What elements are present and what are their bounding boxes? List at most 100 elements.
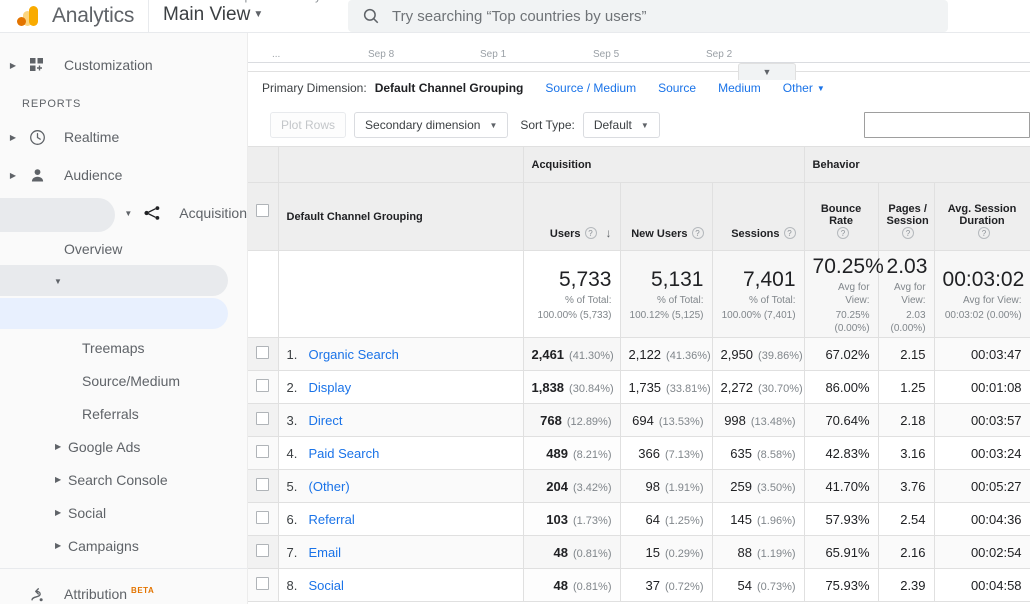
help-icon[interactable]: ? bbox=[837, 227, 850, 239]
primary-dimension-selected[interactable]: Default Channel Grouping bbox=[375, 81, 524, 95]
row-users-pct: (3.42%) bbox=[572, 481, 612, 494]
sidebar-item-google-ads[interactable]: ▶ Google Ads bbox=[0, 430, 247, 463]
row-sessions: 259 (3.50%) bbox=[711, 469, 805, 503]
sidebar-item-source-medium[interactable]: Source/Medium bbox=[0, 364, 247, 397]
row-checkbox-cell[interactable] bbox=[248, 568, 279, 602]
help-icon[interactable]: ? bbox=[783, 227, 796, 239]
table-row[interactable]: 8. Social 48 (0.81%) 37 (0.72%) 54 (0.73%) 7… bbox=[248, 568, 1030, 602]
row-avg-duration: 00:02:54 bbox=[933, 535, 1030, 569]
table-row[interactable]: 2. Display 1,838 (30.84%) 1,735 (33.81%) 2,… bbox=[248, 370, 1030, 404]
analytics-logo[interactable]: Analytics bbox=[0, 0, 148, 33]
row-avg-duration-value: 00:02:54 bbox=[970, 544, 1022, 560]
row-dimension: 8. Social bbox=[277, 568, 524, 602]
sidebar-item-campaigns[interactable]: ▶ Campaigns bbox=[0, 529, 247, 562]
table-row[interactable]: 7. Email 48 (0.81%) 15 (0.29%) 88 (1.19%) 65… bbox=[248, 535, 1030, 569]
row-channel-link[interactable]: Paid Search bbox=[309, 446, 380, 461]
row-avg-duration: 00:04:36 bbox=[933, 502, 1030, 536]
sidebar-item-attribution[interactable]: Attribution BETA bbox=[0, 575, 247, 604]
row-bounce-rate-value: 57.93% bbox=[825, 511, 870, 527]
row-new-users: 1,735 (33.81%) bbox=[619, 370, 713, 404]
summary-users-value: 5,733 bbox=[558, 267, 612, 291]
sort-desc-icon[interactable]: ↓ bbox=[606, 226, 612, 240]
sidebar-item-label-acquisition: Acquisition bbox=[179, 205, 247, 221]
row-channel-link[interactable]: Organic Search bbox=[309, 347, 399, 362]
row-checkbox-cell[interactable] bbox=[248, 535, 279, 569]
column-header-sessions[interactable]: Sessions? bbox=[711, 182, 805, 251]
sidebar-item-channels[interactable]: Channels bbox=[0, 298, 247, 331]
sidebar-item-label-attribution: Attribution BETA bbox=[50, 586, 154, 602]
row-index: 6. bbox=[286, 511, 298, 527]
sidebar-item-search-console[interactable]: ▶ Search Console bbox=[0, 463, 247, 496]
row-channel-link[interactable]: Referral bbox=[309, 512, 355, 527]
row-bounce-rate-value: 41.70% bbox=[825, 478, 870, 494]
row-channel-link[interactable]: (Other) bbox=[309, 479, 350, 494]
sidebar-item-customization[interactable]: ▶ Customization bbox=[0, 46, 247, 84]
row-checkbox-cell[interactable] bbox=[248, 370, 279, 404]
column-header-pages-session[interactable]: Pages / Session? bbox=[877, 182, 935, 251]
sort-type-button[interactable]: Default ▼ bbox=[582, 112, 660, 138]
summary-sessions: 7,401 % of Total: 100.00% (7,401) bbox=[711, 250, 805, 338]
row-checkbox-cell[interactable] bbox=[248, 403, 279, 437]
help-icon[interactable]: ? bbox=[584, 227, 597, 239]
column-header-users[interactable]: Users? ↓ bbox=[522, 182, 621, 251]
global-search[interactable] bbox=[348, 0, 948, 32]
sidebar-item-treemaps[interactable]: Treemaps bbox=[0, 331, 247, 364]
select-all-checkbox[interactable] bbox=[256, 203, 270, 217]
column-header-new-users[interactable]: New Users? bbox=[619, 182, 713, 251]
row-users: 2,461 (41.30%) bbox=[522, 337, 621, 371]
row-checkbox[interactable] bbox=[256, 478, 270, 491]
sidebar-item-all-traffic[interactable]: ▼ All Traffic bbox=[0, 265, 247, 298]
row-checkbox-cell[interactable] bbox=[248, 502, 279, 536]
plot-rows-button[interactable]: Plot Rows bbox=[270, 112, 347, 138]
row-checkbox-cell[interactable] bbox=[248, 337, 279, 371]
row-channel-link[interactable]: Email bbox=[309, 545, 342, 560]
row-checkbox[interactable] bbox=[256, 577, 270, 590]
row-pages-session: 2.16 bbox=[877, 535, 935, 569]
select-all-checkbox-cell[interactable] bbox=[248, 182, 279, 251]
row-channel-link[interactable]: Direct bbox=[309, 413, 343, 428]
row-channel-link[interactable]: Social bbox=[309, 578, 344, 593]
column-header-bounce-rate[interactable]: Bounce Rate? bbox=[803, 182, 879, 251]
row-checkbox[interactable] bbox=[256, 379, 270, 392]
chart-collapse-toggle[interactable]: ▼ bbox=[738, 63, 796, 80]
row-checkbox[interactable] bbox=[256, 511, 270, 524]
table-row[interactable]: 3. Direct 768 (12.89%) 694 (13.53%) 998 (13.… bbox=[248, 403, 1030, 437]
row-checkbox-cell[interactable] bbox=[248, 469, 279, 503]
dimension-link-source-medium[interactable]: Source / Medium bbox=[545, 81, 636, 95]
secondary-dimension-button[interactable]: Secondary dimension ▼ bbox=[354, 112, 509, 138]
search-input[interactable] bbox=[392, 7, 934, 25]
sidebar-item-realtime[interactable]: ▶ Realtime bbox=[0, 118, 247, 156]
row-checkbox[interactable] bbox=[256, 445, 270, 458]
dimension-link-source[interactable]: Source bbox=[658, 81, 696, 95]
dimension-link-other[interactable]: Other ▼ bbox=[783, 81, 825, 95]
row-sessions-value: 145 bbox=[730, 511, 752, 527]
row-checkbox-cell[interactable] bbox=[248, 436, 279, 470]
table-row[interactable]: 6. Referral 103 (1.73%) 64 (1.25%) 145 (1.96… bbox=[248, 502, 1030, 536]
row-users-value: 204 bbox=[546, 478, 568, 494]
table-row[interactable]: 5. (Other) 204 (3.42%) 98 (1.91%) 259 (3.50%… bbox=[248, 469, 1030, 503]
help-icon[interactable]: ? bbox=[691, 227, 704, 239]
row-channel-link[interactable]: Display bbox=[309, 380, 352, 395]
table-row[interactable]: 4. Paid Search 489 (8.21%) 366 (7.13%) 635 (… bbox=[248, 436, 1030, 470]
sidebar-item-acquisition[interactable]: ▼ Acquisition bbox=[0, 194, 247, 232]
sidebar-item-overview[interactable]: Overview bbox=[0, 232, 247, 265]
row-checkbox[interactable] bbox=[256, 544, 270, 557]
row-checkbox[interactable] bbox=[256, 412, 270, 425]
table-search-input[interactable] bbox=[864, 112, 1030, 138]
view-name[interactable]: Main View ▼ bbox=[163, 4, 338, 26]
row-sessions-pct: (3.50%) bbox=[757, 481, 796, 494]
sidebar-item-referrals[interactable]: Referrals bbox=[0, 397, 247, 430]
help-icon[interactable]: ? bbox=[978, 227, 991, 239]
dimension-link-medium[interactable]: Medium bbox=[718, 81, 761, 95]
row-new-users: 366 (7.13%) bbox=[619, 436, 713, 470]
view-selector[interactable]: All accounts › Equinet Academy Main View… bbox=[148, 0, 338, 33]
row-pages-session: 2.54 bbox=[877, 502, 935, 536]
table-row[interactable]: 1. Organic Search 2,461 (41.30%) 2,122 (41.… bbox=[248, 337, 1030, 371]
row-checkbox[interactable] bbox=[256, 346, 270, 359]
help-icon[interactable]: ? bbox=[902, 227, 915, 239]
chart-remnant: ... Sep 8 Sep 1 Sep 5 Sep 2 ▼ bbox=[248, 33, 1030, 80]
sidebar-item-audience[interactable]: ▶ Audience bbox=[0, 156, 247, 194]
column-header-dimension[interactable]: Default Channel Grouping bbox=[277, 182, 524, 251]
sidebar-item-social[interactable]: ▶ Social bbox=[0, 496, 247, 529]
column-header-avg-duration[interactable]: Avg. Session Duration? bbox=[933, 182, 1030, 251]
